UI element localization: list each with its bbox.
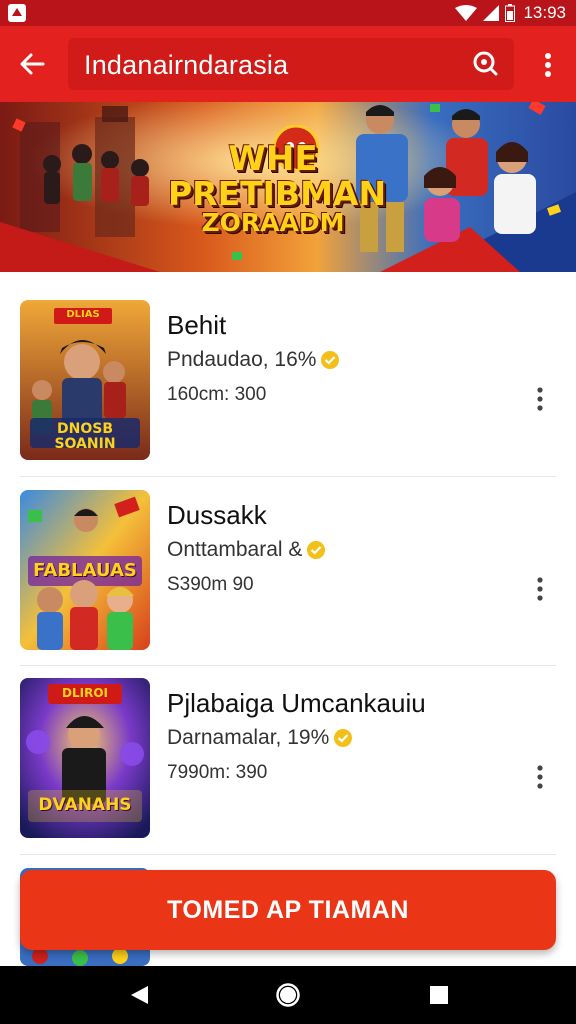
divider [20, 476, 556, 477]
item-meta: 160cm: 300 [167, 384, 267, 405]
more-vertical-icon [545, 53, 551, 77]
banner-title-line1: WHE [228, 139, 318, 179]
verified-badge-icon [334, 729, 353, 747]
search-button[interactable] [468, 47, 502, 81]
thumbnail-caption-top: DLIROI [62, 686, 108, 700]
banner-title-line3: ZORAADM [201, 208, 345, 238]
item-more-button[interactable] [528, 760, 552, 794]
divider [20, 854, 556, 855]
item-title: Dussakk [167, 500, 267, 530]
thumbnail-caption-bottom: FABLAUAS [33, 560, 137, 581]
item-subtitle-row: Darnamalar, 19% [167, 726, 353, 750]
item-more-button[interactable] [528, 572, 552, 606]
banner-title: WHE PRETIBMAN ZORAADM [168, 139, 387, 238]
item-thumbnail: DLIAS DNOSB SOANIN [20, 300, 150, 460]
more-vertical-icon [537, 387, 543, 411]
back-button[interactable] [12, 46, 52, 82]
nav-home-button[interactable] [273, 980, 303, 1010]
nav-recents-button[interactable] [424, 980, 454, 1010]
search-icon [473, 51, 498, 76]
item-subtitle: Onttambaral & [167, 538, 303, 561]
cta-label: TOMED AP TIAMAN [167, 895, 409, 924]
nav-back-button[interactable] [124, 980, 154, 1010]
verified-badge-icon [321, 351, 340, 369]
item-title: Pjlabaiga Umcankauiu [167, 688, 426, 718]
banner-title-line2: PRETIBMAN [168, 173, 387, 213]
promo-banner[interactable]: WHE PRETIBMAN ZORAADM [0, 102, 576, 272]
more-vertical-icon [537, 577, 543, 601]
app-bar: Indanairndarasia [0, 26, 576, 102]
status-time: 13:93 [523, 3, 566, 22]
status-bar: 13:93 [0, 0, 576, 26]
verified-badge-icon [307, 541, 326, 559]
battery-icon [505, 4, 516, 22]
system-nav-bar [0, 966, 576, 1024]
thumbnail-caption-bottom: DNOSB SOANIN [54, 421, 116, 453]
item-more-button[interactable] [528, 382, 552, 416]
item-subtitle-row: Onttambaral & [167, 538, 326, 562]
thumbnail-caption-top: DLIAS [66, 309, 100, 320]
app-title-field[interactable]: Indanairndarasia [68, 38, 514, 90]
home-circle-icon [276, 983, 300, 1007]
item-meta: S390m 90 [167, 574, 254, 595]
list-item[interactable]: DLIAS DNOSB SOANIN Behit Pndaudao, 16% 1… [0, 300, 576, 490]
recents-square-icon [430, 986, 448, 1004]
primary-cta-button[interactable]: TOMED AP TIAMAN [20, 870, 556, 950]
overflow-menu-button[interactable] [536, 48, 560, 82]
back-arrow-icon [20, 53, 45, 75]
item-meta: 7990m: 390 [167, 762, 268, 783]
status-icons: 13:93 [455, 2, 566, 24]
item-subtitle: Pndaudao, 16% [167, 348, 317, 371]
more-vertical-icon [537, 765, 543, 789]
back-triangle-icon [131, 986, 148, 1004]
app-title: Indanairndarasia [84, 50, 289, 80]
list-item[interactable]: FABLAUAS Dussakk Onttambaral & S390m 90 [0, 490, 576, 680]
divider [20, 665, 556, 666]
item-subtitle: Darnamalar, 19% [167, 726, 330, 749]
item-thumbnail: DLIROI DVANAHS [20, 678, 150, 838]
thumbnail-caption-bottom: DVANAHS [38, 795, 132, 815]
item-subtitle-row: Pndaudao, 16% [167, 348, 340, 372]
item-thumbnail: FABLAUAS [20, 490, 150, 650]
app-notification-icon [8, 4, 26, 22]
wifi-icon [455, 5, 478, 21]
list-item[interactable]: DLIROI DVANAHS Pjlabaiga Umcankauiu Darn… [0, 678, 576, 868]
item-title: Behit [167, 310, 227, 340]
signal-icon [483, 5, 500, 21]
